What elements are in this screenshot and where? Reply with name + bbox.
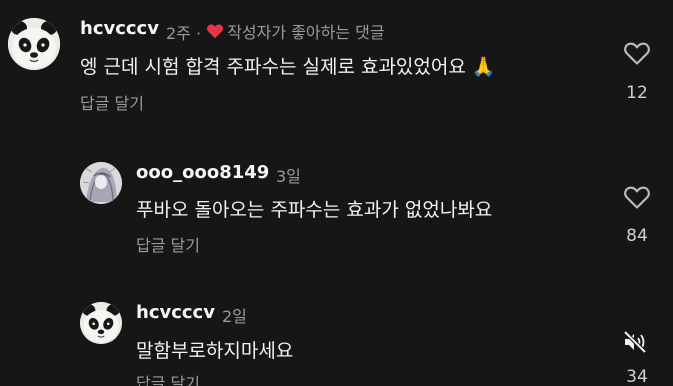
comment-text: 엥 근데 시험 합격 주파수는 실제로 효과있었어요 🙏 [80, 52, 496, 79]
mute-button[interactable] [620, 327, 650, 357]
panda-avatar-icon [8, 18, 60, 70]
like-count: 34 [626, 367, 648, 386]
like-button[interactable] [617, 180, 657, 214]
comment-username[interactable]: ooo_ooo8149 [136, 162, 269, 183]
comment-time: 2주 [166, 24, 191, 43]
like-button[interactable] [617, 36, 657, 70]
like-count: 12 [626, 83, 648, 103]
comment-meta: 2주 · 작성자가 좋아하는 댓글 [166, 19, 385, 44]
comment-3: hcvcccv 2일 말함부로하지마세요 답글 달기 34 [0, 290, 673, 386]
comment-username[interactable]: hcvcccv [136, 302, 215, 323]
author-liked-label: 작성자가 좋아하는 댓글 [227, 23, 385, 42]
comment-text-content: 엥 근데 시험 합격 주파수는 실제로 효과있었어요 [80, 56, 466, 78]
reply-button[interactable]: 답글 달기 [80, 90, 144, 114]
heart-icon [624, 186, 650, 209]
author-liked-badge: 작성자가 좋아하는 댓글 [206, 19, 385, 43]
avatar[interactable] [80, 302, 122, 344]
heart-icon [624, 42, 650, 65]
comment-text: 말함부로하지마세요 [136, 340, 294, 362]
panda-avatar-icon [80, 302, 122, 344]
comment-time: 3일 [276, 167, 301, 186]
comment-text: 푸바오 돌아오는 주파수는 효과가 없었나봐요 [136, 199, 493, 221]
comment-username[interactable]: hcvcccv [80, 18, 159, 39]
comment-1: hcvcccv 2주 · 작성자가 좋아하는 댓글 엥 근데 시험 합격 주파수… [0, 0, 673, 120]
avatar[interactable] [80, 162, 122, 204]
comment-2: ooo_ooo8149 3일 푸바오 돌아오는 주파수는 효과가 없었나봐요 답… [0, 150, 673, 260]
reply-button[interactable]: 답글 달기 [136, 232, 200, 256]
comment-time: 2일 [222, 307, 247, 326]
like-count: 84 [626, 226, 648, 246]
heart-filled-icon [207, 24, 224, 39]
avatar[interactable] [8, 18, 60, 70]
comments-screen: hcvcccv 2주 · 작성자가 좋아하는 댓글 엥 근데 시험 합격 주파수… [0, 0, 673, 386]
mute-icon [623, 330, 647, 354]
sketch-avatar-icon [80, 162, 122, 204]
pray-emoji: 🙏 [471, 56, 496, 78]
meta-separator: · [196, 24, 202, 43]
reply-button[interactable]: 답글 달기 [136, 370, 200, 386]
